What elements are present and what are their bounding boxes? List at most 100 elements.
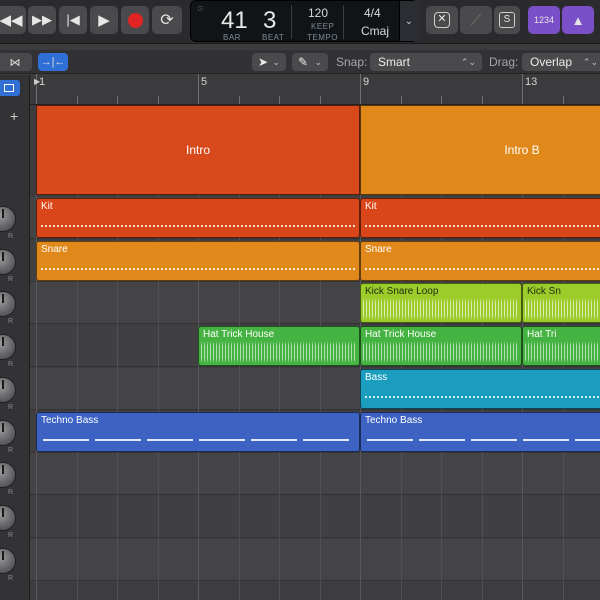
solo-icon: S — [499, 12, 515, 28]
ruler-tick — [279, 96, 280, 104]
knob-label: R — [8, 574, 14, 582]
region[interactable]: Kick Sn — [522, 283, 600, 324]
secondary-tool-select[interactable]: ✎ ⌄ — [292, 53, 328, 71]
cycle-icon: ⟳ — [160, 12, 174, 29]
ruler-tick — [400, 96, 402, 104]
ruler-tick — [562, 96, 564, 104]
snap-label: Snap: — [336, 55, 368, 69]
knob-label: R — [8, 361, 14, 369]
metronome-button[interactable]: ▲ — [562, 6, 594, 34]
region[interactable]: Snare — [36, 240, 360, 281]
lcd-menu-button[interactable]: ⌄ — [399, 1, 418, 41]
region[interactable]: Hat Trick House — [198, 326, 360, 367]
pencil-icon: ✎ — [298, 55, 309, 69]
fast-forward-icon: ▶▶ — [32, 12, 52, 27]
ruler-bar-number: 5 — [201, 76, 208, 88]
region[interactable]: Hat Trick House — [360, 326, 522, 367]
ruler-tick — [481, 96, 483, 104]
fit-arrows-icon: →|← — [40, 56, 66, 68]
drag-label: Drag: — [489, 55, 519, 69]
audio-waveform — [201, 341, 357, 364]
zoom-fit-button[interactable]: →|← — [38, 53, 68, 71]
snap-value: Smart — [378, 55, 411, 69]
ruler-tick — [76, 96, 78, 104]
pan-knob[interactable] — [0, 419, 16, 446]
knob-label: R — [8, 403, 14, 411]
play-button[interactable]: ▶ — [90, 6, 118, 34]
lcd-beat-label: BEAT — [262, 33, 285, 42]
tracks-area[interactable]: IntroIntro BMajor DropMinor KitKitKitKit… — [30, 105, 600, 600]
region-name: Techno Bass — [41, 414, 99, 426]
catch-button[interactable]: ⋈ — [0, 53, 32, 71]
midi-notes — [365, 395, 600, 398]
pan-knob[interactable] — [0, 248, 16, 275]
plus-icon[interactable]: + — [10, 108, 18, 124]
arrangement-marker[interactable]: Intro — [36, 105, 360, 195]
lcd-display[interactable]: ⊙ 41 BAR 3 BEAT 120 KEEP TEMPO 4/4 Cmaj … — [190, 0, 418, 42]
pan-knob[interactable] — [0, 291, 16, 318]
region[interactable]: Hat Tri — [522, 326, 600, 367]
region-name: Hat Tri — [527, 329, 557, 341]
lcd-bar-label: BAR — [223, 33, 241, 42]
drag-select[interactable]: Overlap ⌃⌄ — [522, 53, 600, 71]
bar-ruler[interactable]: 15913172125 ▶ — [30, 74, 600, 105]
knob-label: R — [8, 233, 14, 240]
record-icon — [127, 12, 143, 28]
pan-knob[interactable] — [0, 334, 16, 361]
region[interactable]: Kick Snare Loop — [360, 283, 522, 324]
global-tracks-icon — [4, 84, 14, 92]
region[interactable]: Kit — [360, 198, 600, 238]
midi-notes — [41, 267, 355, 270]
track-lane[interactable] — [30, 453, 600, 496]
midi-note — [251, 438, 297, 441]
go-to-start-button[interactable]: |◀ — [59, 6, 87, 34]
count-in-button[interactable]: 1234 — [528, 6, 560, 34]
pointer-tool-select[interactable]: ➤ ⌄ — [252, 53, 286, 71]
track-lane[interactable] — [30, 495, 600, 538]
midi-note — [471, 438, 517, 441]
midi-notes — [365, 267, 600, 270]
midi-note — [147, 438, 193, 441]
pan-knob[interactable] — [0, 547, 16, 574]
region[interactable]: Snare — [360, 240, 600, 281]
ruler-bar-number: 13 — [525, 76, 538, 88]
region[interactable]: Bass — [360, 368, 600, 409]
replace-icon: ✕ — [434, 12, 450, 28]
arrangement-marker[interactable]: Intro B — [360, 105, 600, 195]
fast-forward-button[interactable]: ▶▶ — [28, 6, 56, 34]
midi-note — [199, 438, 245, 441]
midi-note — [303, 438, 349, 441]
replace-button[interactable]: ✕ — [426, 6, 458, 34]
pan-knob[interactable] — [0, 206, 16, 232]
ruler-tick — [238, 96, 240, 104]
pan-knob[interactable] — [0, 504, 16, 531]
region-name: Kick Snare Loop — [365, 286, 439, 298]
ruler-tick — [198, 74, 199, 104]
region[interactable]: Techno Bass — [360, 411, 600, 452]
track-lane[interactable] — [30, 538, 600, 581]
pointer-icon: ➤ — [258, 55, 269, 69]
midi-notes — [41, 225, 355, 227]
record-button[interactable] — [121, 6, 149, 34]
cycle-button[interactable]: ⟳ — [152, 6, 182, 34]
global-tracks-button[interactable] — [0, 80, 20, 96]
lcd-signature: 4/4 — [364, 6, 381, 20]
tuning-fork-icon: ⟋ — [470, 11, 482, 29]
pan-knob[interactable] — [0, 462, 16, 489]
region-name: Kit — [365, 201, 377, 212]
snap-select[interactable]: Smart ⌃⌄ — [370, 53, 482, 71]
region[interactable]: Kit — [36, 198, 360, 238]
ruler-tick — [441, 96, 442, 104]
rewind-icon: ◀◀ — [0, 12, 23, 29]
solo-button[interactable]: S — [494, 6, 520, 34]
midi-note — [95, 438, 141, 441]
lcd-pin-icon: ⊙ — [197, 4, 205, 13]
region-name: Bass — [365, 371, 388, 383]
region[interactable]: Techno Bass — [36, 411, 360, 452]
pan-knob[interactable] — [0, 376, 16, 403]
region-name: Techno Bass — [365, 414, 423, 426]
tuner-button[interactable]: ⟋ — [460, 6, 492, 34]
rewind-button[interactable]: ◀◀ — [0, 6, 26, 34]
audio-waveform — [363, 341, 519, 364]
ruler-bar-number: 9 — [363, 76, 370, 88]
